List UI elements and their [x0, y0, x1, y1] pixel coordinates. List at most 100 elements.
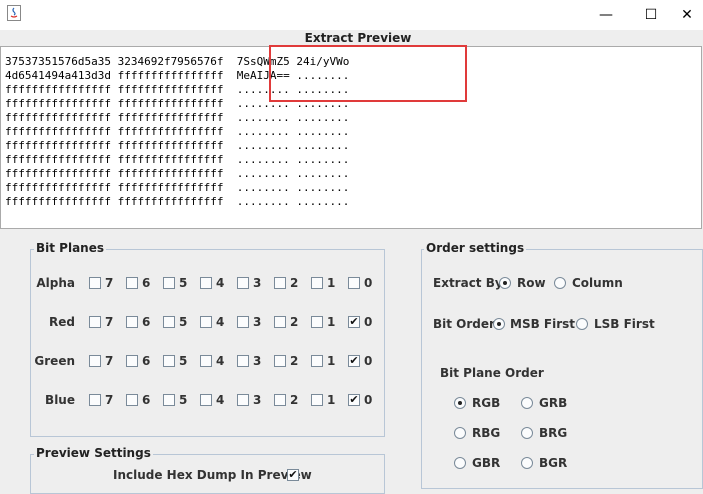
- order-grb-radio[interactable]: [521, 397, 533, 409]
- preview-line: ffffffffffffffff ffffffffffffffff ......…: [5, 139, 350, 152]
- blue-bit-7-checkbox[interactable]: [89, 394, 101, 406]
- order-rgb-radio[interactable]: [454, 397, 466, 409]
- green-bit-4-checkbox[interactable]: [200, 355, 212, 367]
- blue-bit-4-label: 4: [216, 393, 225, 407]
- green-bit-4-label: 4: [216, 354, 225, 368]
- green-bit-1-checkbox[interactable]: [311, 355, 323, 367]
- blue-bit-1-checkbox[interactable]: [311, 394, 323, 406]
- preview-line: ffffffffffffffff ffffffffffffffff ......…: [5, 181, 350, 194]
- red-bit-0-checkbox[interactable]: ✔: [348, 316, 360, 328]
- green-bit-3-label: 3: [253, 354, 262, 368]
- order-rbg-radio[interactable]: [454, 427, 466, 439]
- blue-bit-4-checkbox[interactable]: [200, 394, 212, 406]
- blue-row-label: Blue: [45, 393, 75, 407]
- hex-dump-label: Include Hex Dump In Preview: [113, 468, 312, 482]
- msb-first-radio[interactable]: [493, 318, 505, 330]
- red-bit-4-label: 4: [216, 315, 225, 329]
- green-bit-1-label: 1: [327, 354, 336, 368]
- red-bit-5-checkbox[interactable]: [163, 316, 175, 328]
- red-bit-7-label: 7: [105, 315, 114, 329]
- alpha-bit-4-checkbox[interactable]: [200, 277, 212, 289]
- blue-bit-2-label: 2: [290, 393, 299, 407]
- order-bgr-label: BGR: [539, 456, 568, 470]
- order-bgr-radio[interactable]: [521, 457, 533, 469]
- hex-dump-checkbox[interactable]: ✔: [287, 469, 299, 481]
- preview-line: ffffffffffffffff ffffffffffffffff ......…: [5, 125, 350, 138]
- blue-bit-5-label: 5: [179, 393, 188, 407]
- blue-bit-0-label: 0: [364, 393, 373, 407]
- blue-bit-3-label: 3: [253, 393, 262, 407]
- alpha-bit-5-label: 5: [179, 276, 188, 290]
- blue-bit-6-checkbox[interactable]: [126, 394, 138, 406]
- alpha-bit-4-label: 4: [216, 276, 225, 290]
- order-rbg-label: RBG: [472, 426, 501, 440]
- green-bit-2-label: 2: [290, 354, 299, 368]
- blue-bit-5-checkbox[interactable]: [163, 394, 175, 406]
- green-row-label: Green: [34, 354, 75, 368]
- preview-line: ffffffffffffffff ffffffffffffffff ......…: [5, 167, 350, 180]
- alpha-bit-5-checkbox[interactable]: [163, 277, 175, 289]
- red-bit-3-label: 3: [253, 315, 262, 329]
- extract-by-label: Extract By: [433, 276, 503, 290]
- red-bit-6-checkbox[interactable]: [126, 316, 138, 328]
- alpha-bit-3-label: 3: [253, 276, 262, 290]
- red-bit-5-label: 5: [179, 315, 188, 329]
- blue-bit-1-label: 1: [327, 393, 336, 407]
- green-bit-7-checkbox[interactable]: [89, 355, 101, 367]
- red-bit-6-label: 6: [142, 315, 151, 329]
- order-brg-radio[interactable]: [521, 427, 533, 439]
- alpha-bit-6-label: 6: [142, 276, 151, 290]
- alpha-bit-0-checkbox[interactable]: [348, 277, 360, 289]
- alpha-bit-2-checkbox[interactable]: [274, 277, 286, 289]
- blue-bit-7-label: 7: [105, 393, 114, 407]
- order-grb-label: GRB: [539, 396, 568, 410]
- blue-bit-2-checkbox[interactable]: [274, 394, 286, 406]
- alpha-row-label: Alpha: [36, 276, 75, 290]
- alpha-bit-6-checkbox[interactable]: [126, 277, 138, 289]
- alpha-bit-1-checkbox[interactable]: [311, 277, 323, 289]
- green-bit-0-checkbox[interactable]: ✔: [348, 355, 360, 367]
- green-bit-5-label: 5: [179, 354, 188, 368]
- lsb-first-radio[interactable]: [576, 318, 588, 330]
- window-titlebar: — ☐ ✕: [0, 0, 703, 30]
- red-bit-7-checkbox[interactable]: [89, 316, 101, 328]
- alpha-bit-3-checkbox[interactable]: [237, 277, 249, 289]
- alpha-bit-1-label: 1: [327, 276, 336, 290]
- highlight-box: [269, 45, 467, 102]
- blue-bit-3-checkbox[interactable]: [237, 394, 249, 406]
- red-bit-2-checkbox[interactable]: [274, 316, 286, 328]
- red-bit-1-checkbox[interactable]: [311, 316, 323, 328]
- close-button[interactable]: ✕: [664, 0, 703, 30]
- minimize-button[interactable]: —: [583, 0, 629, 30]
- extract-by-column-label: Column: [572, 276, 623, 290]
- green-bit-5-checkbox[interactable]: [163, 355, 175, 367]
- preview-title: Extract Preview: [304, 31, 412, 45]
- green-bit-0-label: 0: [364, 354, 373, 368]
- preview-settings-title: Preview Settings: [34, 446, 153, 460]
- preview-line: ffffffffffffffff ffffffffffffffff ......…: [5, 195, 350, 208]
- red-row-label: Red: [49, 315, 75, 329]
- red-bit-3-checkbox[interactable]: [237, 316, 249, 328]
- order-settings-title: Order settings: [424, 241, 527, 255]
- extract-by-column-radio[interactable]: [554, 277, 566, 289]
- order-rgb-label: RGB: [472, 396, 501, 410]
- green-bit-3-checkbox[interactable]: [237, 355, 249, 367]
- order-gbr-radio[interactable]: [454, 457, 466, 469]
- red-bit-4-checkbox[interactable]: [200, 316, 212, 328]
- green-bit-2-checkbox[interactable]: [274, 355, 286, 367]
- preview-line: ffffffffffffffff ffffffffffffffff ......…: [5, 111, 350, 124]
- alpha-bit-0-label: 0: [364, 276, 373, 290]
- order-gbr-label: GBR: [472, 456, 501, 470]
- java-app-icon: [7, 5, 21, 21]
- green-bit-6-checkbox[interactable]: [126, 355, 138, 367]
- bit-plane-order-label: Bit Plane Order: [440, 366, 544, 380]
- alpha-bit-2-label: 2: [290, 276, 299, 290]
- blue-bit-6-label: 6: [142, 393, 151, 407]
- extract-by-row-label: Row: [517, 276, 546, 290]
- msb-first-label: MSB First: [510, 317, 576, 331]
- red-bit-0-label: 0: [364, 315, 373, 329]
- bit-order-label: Bit Order: [433, 317, 495, 331]
- extract-by-row-radio[interactable]: [499, 277, 511, 289]
- alpha-bit-7-checkbox[interactable]: [89, 277, 101, 289]
- blue-bit-0-checkbox[interactable]: ✔: [348, 394, 360, 406]
